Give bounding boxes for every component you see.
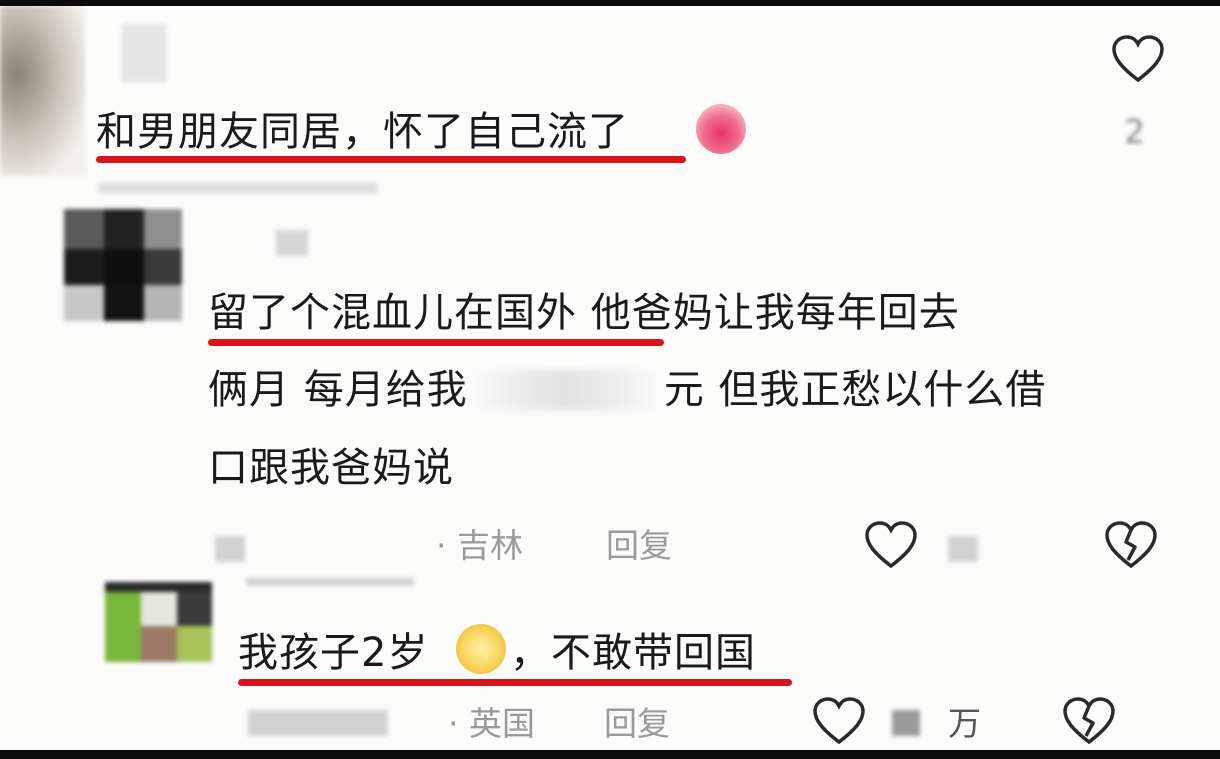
like-count-redacted — [892, 710, 920, 736]
username[interactable] — [276, 230, 308, 256]
timestamp-redacted — [248, 710, 388, 736]
comment-thread: 和男朋友同居，怀了自己流了 2 留了个混血儿在国外 他爸妈让我每年回去 俩月 每… — [0, 6, 1220, 750]
reply-button[interactable]: 回复 — [604, 706, 670, 742]
avatar[interactable] — [105, 582, 212, 662]
location-label: · 吉林 — [436, 526, 523, 565]
reply-text-line-3: 口跟我爸妈说 — [208, 445, 454, 491]
location-label: · 英国 — [448, 704, 535, 743]
reply-text-underlined: 留了个混血儿在国外 — [208, 290, 577, 336]
reply-text: 我孩子2岁 — [238, 630, 429, 676]
avatar[interactable] — [0, 6, 85, 176]
reply-text-line-2: 俩月 每月给我 元 但我正愁以什么借 — [208, 370, 1046, 410]
dislike-broken-heart-icon[interactable] — [1062, 696, 1116, 746]
reply-button[interactable]: 回复 — [606, 528, 672, 564]
highlight-underline — [96, 156, 686, 163]
like-heart-icon[interactable] — [1111, 34, 1165, 84]
username[interactable] — [122, 24, 166, 82]
grinning-sweat-emoji — [456, 624, 506, 674]
like-heart-icon[interactable] — [864, 520, 918, 570]
crying-face-emoji — [696, 104, 746, 154]
like-heart-icon[interactable] — [812, 696, 866, 746]
reply-text: 俩月 每月给我 — [208, 367, 468, 413]
redacted-amount — [467, 370, 664, 410]
reply-text: 元 但我正愁以什么借 — [663, 367, 1047, 413]
comment-meta-redacted — [98, 183, 378, 193]
username[interactable] — [246, 578, 414, 586]
reply-text: 他爸妈让我每年回去 — [577, 290, 960, 336]
reply-text: ，不敢带回国 — [510, 630, 756, 676]
comment-text: 和男朋友同居，怀了自己流了 — [96, 109, 629, 155]
highlight-underline — [238, 679, 792, 686]
dislike-broken-heart-icon[interactable] — [1104, 520, 1158, 570]
highlight-underline — [208, 339, 664, 346]
avatar[interactable] — [64, 209, 182, 321]
timestamp-redacted — [215, 536, 245, 562]
like-count: 2 — [1124, 112, 1145, 151]
like-count: 万 — [948, 704, 981, 743]
like-count-redacted — [948, 536, 978, 562]
reply-text-line-1: 留了个混血儿在国外 他爸妈让我每年回去 — [208, 293, 960, 333]
